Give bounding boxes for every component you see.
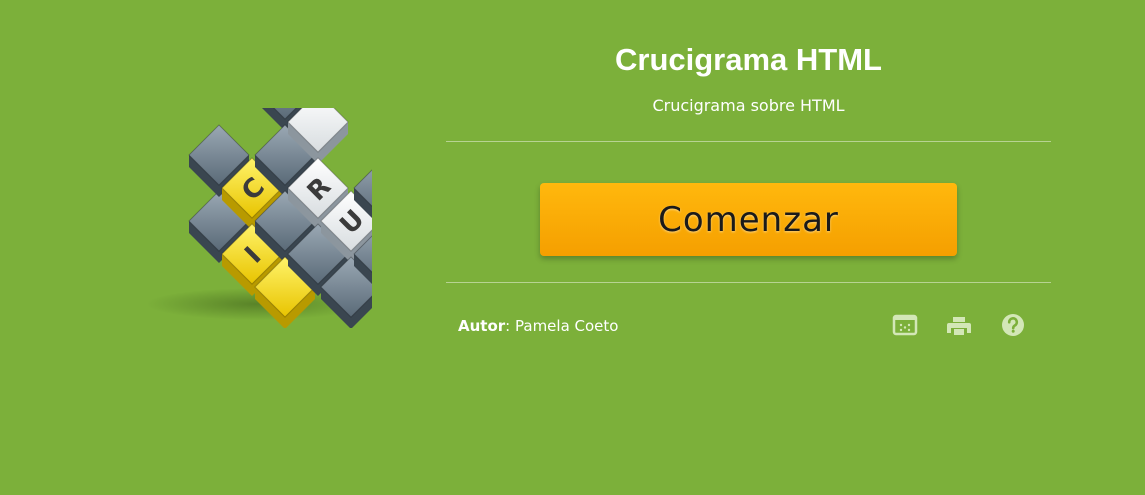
author-name: Pamela Coeto <box>515 317 619 335</box>
crossword-logo: CIRU <box>132 58 448 329</box>
author-line: Autor: Pamela Coeto <box>458 316 618 336</box>
crossword-logo-graphic: CIRU <box>146 58 448 329</box>
author-label: Autor <box>458 317 506 335</box>
author-separator: : <box>505 317 515 335</box>
divider-top <box>446 141 1051 142</box>
fullscreen-icon[interactable] <box>892 312 918 338</box>
toolbar <box>892 312 1032 338</box>
page-subtitle: Crucigrama sobre HTML <box>652 96 845 115</box>
page-title: Crucigrama HTML <box>615 42 882 77</box>
start-button[interactable]: Comenzar <box>540 183 957 256</box>
divider-bottom <box>446 282 1051 283</box>
activity-panel: Crucigrama HTML Crucigrama sobre HTML Co… <box>446 0 1051 495</box>
help-icon[interactable] <box>1000 312 1026 338</box>
print-icon[interactable] <box>946 312 972 338</box>
